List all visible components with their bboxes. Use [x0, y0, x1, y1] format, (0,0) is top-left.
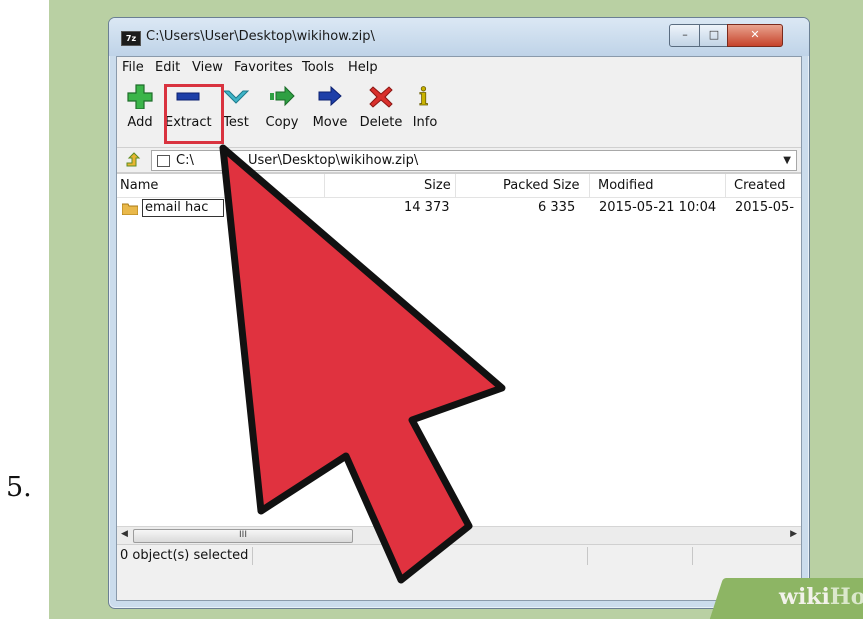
watermark-how: How	[829, 584, 863, 610]
step-number: 5.	[6, 472, 32, 503]
pointer-arrow-icon	[219, 144, 506, 584]
watermark-wiki: wiki	[779, 584, 830, 610]
screenshot-illustration: 7z C:\Users\User\Desktop\wikihow.zip\ – …	[49, 0, 863, 619]
wikihow-watermark: wikiHow	[779, 584, 863, 610]
